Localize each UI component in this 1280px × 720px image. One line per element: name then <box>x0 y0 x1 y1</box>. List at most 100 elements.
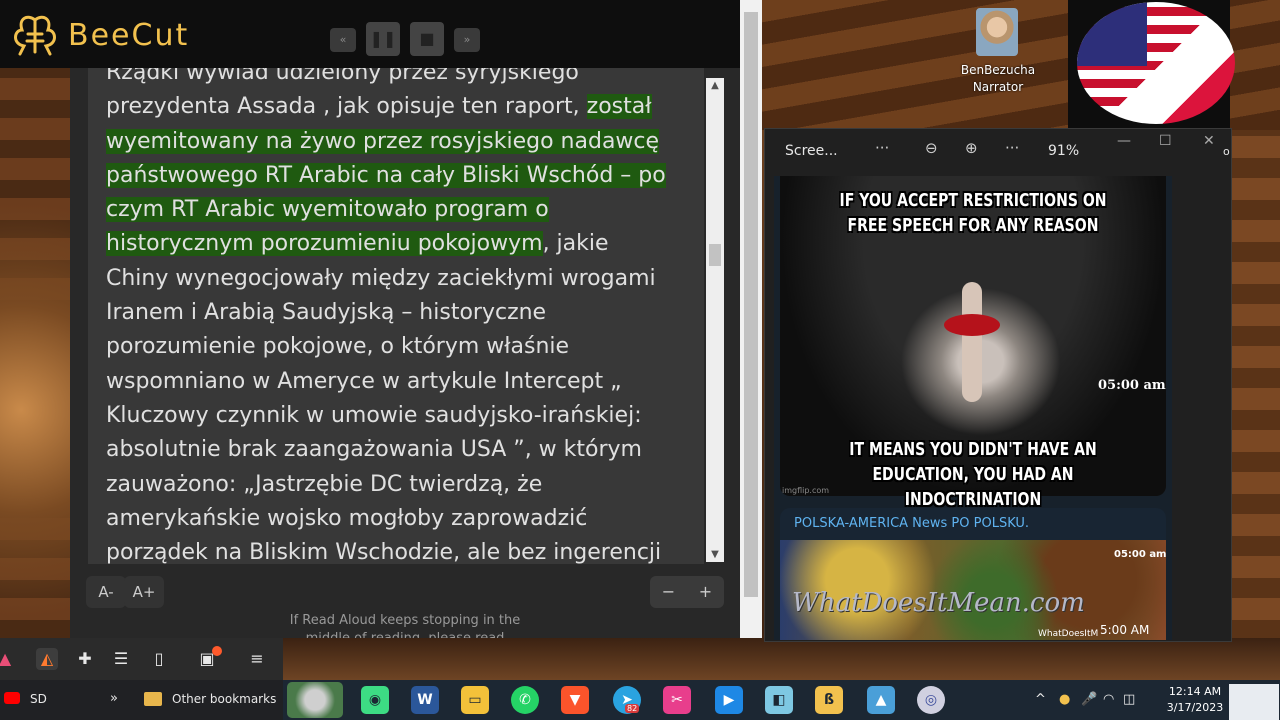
narrator-name: BenBezucha <box>960 63 1036 77</box>
zoom-level: 91% <box>1048 143 1080 159</box>
beecut-logo-icon <box>14 15 56 56</box>
scroll-down-arrow-icon[interactable]: ▼ <box>706 549 724 560</box>
photos-app-icon[interactable]: ▲ <box>867 686 895 714</box>
desktop-background-bottom <box>283 638 1280 680</box>
desktop-background-left <box>0 68 70 638</box>
narrator-avatar[interactable] <box>976 8 1018 56</box>
us-poland-flag-icon[interactable] <box>1077 2 1235 124</box>
pause-button[interactable]: ❚❚ <box>366 22 400 56</box>
meme-timestamp: 05:00 am <box>1098 378 1166 393</box>
reader-line: Chiny wynegocjowały między zaciekłymi wr… <box>106 262 696 296</box>
menu-icon[interactable]: ≡ <box>246 648 268 670</box>
more-options-icon[interactable]: ··· <box>875 139 889 157</box>
reader-line: Iranem i Arabią Saudyjską – historyczne <box>106 296 696 330</box>
reader-line-text: prezydenta Assada , jak opisuje ten rapo… <box>106 94 587 120</box>
footer-note: If Read Aloud keeps stopping in the midd… <box>289 613 521 638</box>
reader-scroll-thumb[interactable] <box>709 244 721 266</box>
notification-area[interactable] <box>1229 684 1279 720</box>
files-app-icon[interactable]: ◧ <box>765 686 793 714</box>
word-app-icon[interactable]: W <box>411 686 439 714</box>
close-button[interactable]: ✕ <box>1203 133 1215 149</box>
read-aloud-extension-icon[interactable]: ◭ <box>36 648 58 670</box>
browser-scroll-thumb[interactable] <box>744 12 758 597</box>
sidebar-icon[interactable]: ▯ <box>148 648 170 670</box>
speaker-icon[interactable]: ◫ <box>1123 692 1135 707</box>
reader-line: państwowego RT Arabic na cały Bliski Wsc… <box>106 159 696 193</box>
edge-text: o <box>1223 145 1230 158</box>
file-explorer-icon[interactable]: ▭ <box>461 686 489 714</box>
reader-line: porozumienie pokojowe, o którym właśnie <box>106 330 696 364</box>
playlist-icon[interactable]: ☰ <box>110 648 132 670</box>
whatsapp-icon[interactable]: ✆ <box>511 686 539 714</box>
reader-line: amerykańskie wojsko mogłoby zaprowadzić <box>106 502 696 536</box>
rewind-button[interactable]: « <box>330 28 356 52</box>
font-smaller-button[interactable]: A- <box>86 576 126 608</box>
zoom-minus-button[interactable]: − <box>650 576 687 608</box>
reading-text-area[interactable]: Rządki wywiad udzielony przez syryjskieg… <box>88 68 704 564</box>
android-app-icon[interactable]: ◉ <box>361 686 389 714</box>
minimize-button[interactable]: — <box>1117 133 1131 149</box>
browser-scrollbar[interactable] <box>740 0 762 638</box>
clock[interactable]: 12:14 AM 3/17/2023 <box>1162 684 1228 716</box>
meme-top-text: IF YOU ACCEPT RESTRICTIONS ON FREE SPEEC… <box>839 190 1107 236</box>
reader-line-text: absolutnie brak zaangażowania USA ”, w k… <box>106 437 642 463</box>
meme-bottom-text: IT MEANS YOU DIDN'T HAVE AN EDUCATION, Y… <box>849 439 1097 510</box>
browser-toolbar: ▲ ◭ ✚ ☰ ▯ ▣ ≡ <box>0 638 283 680</box>
tray-app-icon[interactable]: ● <box>1059 692 1070 707</box>
folder-icon <box>144 692 162 706</box>
disc-app-icon[interactable]: ◎ <box>917 686 945 714</box>
wifi-icon[interactable]: ◠ <box>1103 692 1114 707</box>
reader-line: wyemitowany na żywo przez rosyjskiego na… <box>106 125 696 159</box>
bookmarks-more[interactable]: » <box>110 691 118 706</box>
reader-line-text: , jakie <box>542 231 609 257</box>
microphone-icon[interactable]: 🎤 <box>1081 692 1097 707</box>
tool-app-icon[interactable]: ✂ <box>663 686 691 714</box>
other-bookmarks[interactable]: Other bookmarks <box>172 692 276 706</box>
bookmark-sd[interactable]: SD <box>30 692 47 706</box>
stop-button[interactable]: ■ <box>410 22 444 56</box>
reader-scrollbar[interactable]: ▲ ▼ <box>706 78 724 562</box>
zoom-in-icon[interactable]: ⊕ <box>965 139 978 157</box>
zoom-out-icon[interactable]: ⊖ <box>925 139 938 157</box>
reader-line-text: amerykańskie wojsko mogłoby zaprowadzić <box>106 505 588 531</box>
highlighted-text: państwowego RT Arabic na cały Bliski Wsc… <box>106 162 666 188</box>
zoom-plus-button[interactable]: + <box>687 576 724 608</box>
reader-line-text: wspomniano w Ameryce w artykule Intercep… <box>106 368 622 394</box>
forward-button[interactable]: » <box>454 28 480 52</box>
triangle-extension-icon[interactable]: ▲ <box>0 648 16 670</box>
zoom-control: − + <box>650 576 724 608</box>
clock-time: 12:14 AM <box>1168 685 1222 698</box>
maximize-button[interactable]: ☐ <box>1159 133 1172 149</box>
reader-line: absolutnie brak zaangażowania USA ”, w k… <box>106 433 696 467</box>
more-options-icon-2[interactable]: ··· <box>1005 139 1019 157</box>
puzzle-extensions-icon[interactable]: ✚ <box>74 648 96 670</box>
reader-line-text: porozumienie pokojowe, o którym właśnie <box>106 334 570 360</box>
reader-line-text: Chiny wynegocjowały między zaciekłymi wr… <box>106 265 656 291</box>
media-app-icon[interactable]: ▶ <box>715 686 743 714</box>
highlighted-text: historycznym porozumieniu pokojowym <box>106 231 543 257</box>
beecut-taskbar-icon[interactable]: ß <box>815 686 843 714</box>
highlighted-text: został <box>586 94 652 120</box>
font-larger-button[interactable]: A+ <box>124 576 164 608</box>
reader-line: prezydenta Assada , jak opisuje ten rapo… <box>106 90 696 124</box>
tray-expand-icon[interactable]: ^ <box>1035 692 1046 707</box>
brave-browser-icon[interactable]: ▼ <box>561 686 589 714</box>
image-watermark: WhatDoesItMean.com <box>792 588 1085 618</box>
highlighted-text: wyemitowany na żywo przez rosyjskiego na… <box>106 128 660 154</box>
narrator-role: Narrator <box>972 80 1024 94</box>
channel-name[interactable]: POLSKA-AMERICA News PO POLSKU. <box>794 516 1029 531</box>
image-timestamp: 05:00 am <box>1114 549 1167 560</box>
youtube-icon[interactable] <box>4 692 20 704</box>
scroll-up-arrow-icon[interactable]: ▲ <box>706 80 724 91</box>
reader-line: Kluczowy czynnik w umowie saudyjsko-irań… <box>106 399 696 433</box>
reader-line: czym RT Arabic wyemitowało program o <box>106 193 696 227</box>
clock-date: 3/17/2023 <box>1166 701 1224 714</box>
telegram-badge: 82 <box>625 704 640 713</box>
narrator-label[interactable]: BenBezucha Narrator <box>950 62 1046 96</box>
reader-line: Rządki wywiad udzielony przez syryjskieg… <box>106 68 696 90</box>
meme-credit: imgflip.com <box>782 486 830 495</box>
reader-line: historycznym porozumieniu pokojowym, jak… <box>106 227 696 261</box>
reader-line: wspomniano w Ameryce w artykule Intercep… <box>106 365 696 399</box>
viewer-title: Scree... <box>785 143 838 159</box>
ant-app-icon[interactable] <box>287 682 343 718</box>
